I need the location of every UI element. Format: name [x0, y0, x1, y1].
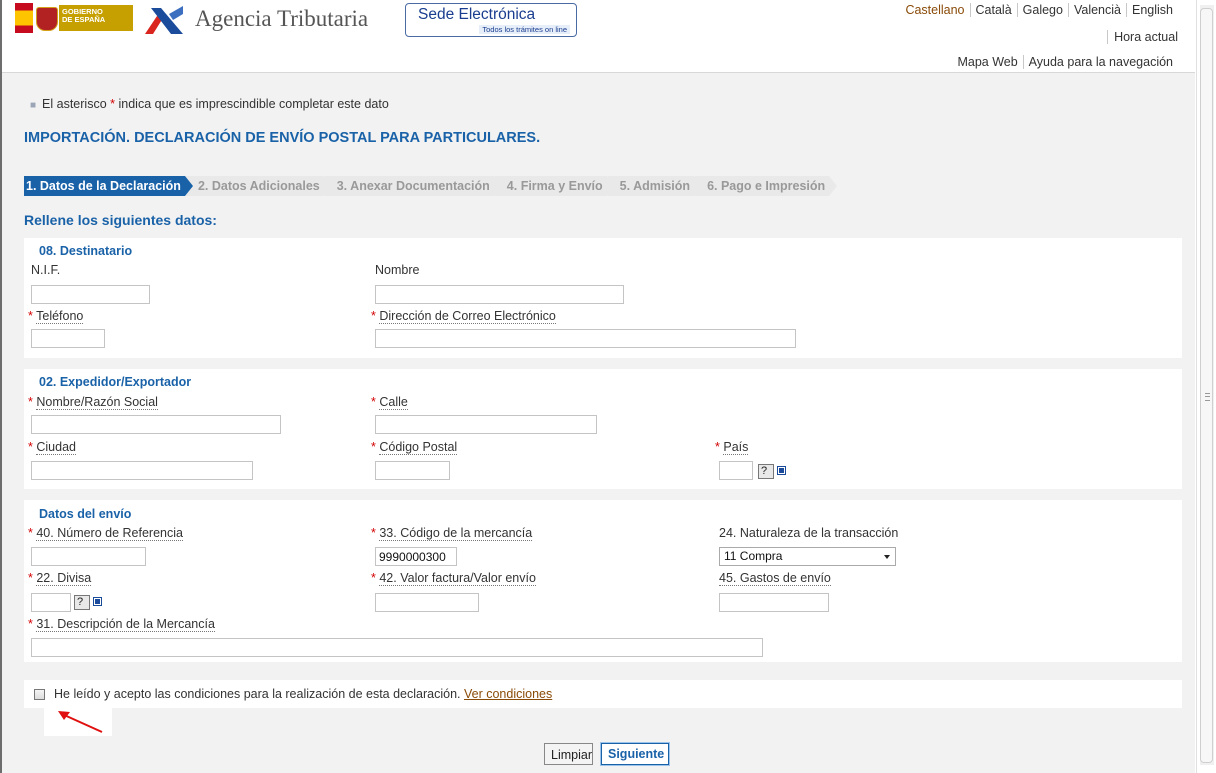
scroll-thumb[interactable] — [1200, 8, 1213, 763]
valor-factura-label: * 42. Valor factura/Valor envío — [371, 571, 536, 586]
gastos-envio-input[interactable] — [719, 593, 829, 612]
bullet-icon: ■ — [30, 100, 37, 111]
step-pago-impresion: 6. Pago e Impresión — [695, 176, 838, 196]
language-menu: Castellano Català Galego Valencià English — [900, 3, 1178, 17]
step-datos-adicionales: 2. Datos Adicionales — [185, 176, 332, 196]
codigo-postal-label: * Código Postal — [371, 440, 458, 455]
nif-label: N.I.F. — [31, 263, 61, 277]
sede-subtitle: Todos los trámites on line — [479, 25, 570, 34]
external-link-icon — [93, 597, 102, 606]
agencia-tributaria-logo-icon[interactable] — [143, 4, 185, 36]
nombre-razon-social-label: * Nombre/Razón Social — [28, 395, 158, 410]
codigo-postal-input[interactable] — [375, 461, 450, 480]
red-arrow-icon — [58, 711, 103, 733]
page-title: IMPORTACIÓN. DECLARACIÓN DE ENVÍO POSTAL… — [24, 130, 541, 146]
vertical-scrollbar[interactable] — [1196, 0, 1216, 773]
nombre-input[interactable] — [375, 285, 624, 304]
external-link-icon — [777, 466, 786, 475]
pais-help-button[interactable]: ? — [758, 464, 786, 479]
numero-referencia-label: * 40. Número de Referencia — [28, 526, 183, 541]
lang-english[interactable]: English — [1126, 3, 1178, 17]
nombre-label: Nombre — [375, 263, 420, 277]
lang-galego[interactable]: Galego — [1016, 3, 1068, 17]
envio-panel: Datos del envío * 40. Número de Referenc… — [24, 500, 1182, 662]
lang-castellano[interactable]: Castellano — [900, 3, 969, 17]
descripcion-mercancia-input[interactable] — [31, 638, 763, 657]
email-input[interactable] — [375, 329, 796, 348]
accept-conditions-checkbox[interactable] — [34, 689, 45, 700]
expedidor-panel: 02. Expedidor/Exportador * Nombre/Razón … — [24, 369, 1182, 489]
divisa-label: * 22. Divisa — [28, 571, 92, 586]
ayuda-navegacion-link[interactable]: Ayuda para la navegación — [1022, 55, 1178, 69]
step-firma-envio: 4. Firma y Envío — [494, 176, 615, 196]
required-note: ■ El asterisco * indica que es imprescind… — [30, 97, 389, 111]
codigo-mercancia-label: * 33. Código de la mercancía — [371, 526, 533, 541]
naturaleza-transaccion-label: 24. Naturaleza de la transacción — [719, 526, 899, 540]
calle-input[interactable] — [375, 415, 597, 434]
accept-conditions-row: He leído y acepto las condiciones para l… — [24, 680, 1182, 708]
gastos-envio-label: 45. Gastos de envío — [719, 571, 831, 586]
wizard-steps: 1. Datos de la Declaración 2. Datos Adic… — [24, 176, 838, 196]
divisa-input[interactable] — [31, 593, 71, 612]
dropdown-arrow-icon — [884, 555, 890, 559]
step-datos-declaracion: 1. Datos de la Declaración — [24, 176, 193, 196]
accept-conditions-text: He leído y acepto las condiciones para l… — [54, 687, 553, 701]
agency-title[interactable]: Agencia Tributaria — [195, 6, 368, 32]
coat-of-arms-icon — [36, 7, 58, 31]
naturaleza-transaccion-select[interactable]: 11 Compra — [719, 547, 896, 566]
siguiente-button[interactable]: Siguiente — [600, 742, 670, 766]
pais-input[interactable] — [719, 461, 753, 480]
sede-title: Sede Electrónica — [418, 6, 536, 23]
valor-factura-input[interactable] — [375, 593, 479, 612]
nif-input[interactable] — [31, 285, 150, 304]
gobierno-de-espana-logo[interactable]: GOBIERNO DE ESPAÑA — [15, 3, 133, 33]
scroll-grip-icon — [1205, 393, 1210, 401]
codigo-mercancia-input[interactable] — [375, 547, 457, 566]
expedidor-title: 02. Expedidor/Exportador — [39, 375, 192, 389]
spain-flag-icon — [15, 3, 33, 33]
limpiar-button[interactable]: Limpiar — [544, 743, 593, 765]
form-subtitle: Rellene los siguientes datos: — [24, 212, 217, 228]
lang-catala[interactable]: Català — [969, 3, 1017, 17]
hora-actual-link[interactable]: Hora actual — [1107, 30, 1178, 44]
ciudad-label: * Ciudad — [28, 440, 76, 455]
telefono-input[interactable] — [31, 329, 105, 348]
numero-referencia-input[interactable] — [31, 547, 146, 566]
gobierno-logo-text: GOBIERNO DE ESPAÑA — [62, 7, 106, 24]
descripcion-mercancia-label: * 31. Descripción de la Mercancía — [28, 617, 215, 632]
naturaleza-selected-value: 11 Compra — [724, 549, 783, 563]
destinatario-panel: 08. Destinatario N.I.F. Nombre * Teléfon… — [24, 238, 1182, 358]
envio-title: Datos del envío — [39, 507, 132, 521]
telefono-label: * Teléfono — [28, 309, 84, 324]
destinatario-title: 08. Destinatario — [39, 244, 133, 258]
step-admision: 5. Admisión — [607, 176, 703, 196]
ver-condiciones-link[interactable]: Ver condiciones — [464, 687, 552, 701]
annotation-area — [44, 708, 112, 736]
lang-valencia[interactable]: Valencià — [1067, 3, 1126, 17]
utility-links: Mapa Web Ayuda para la navegación — [952, 55, 1178, 69]
header-divider — [2, 72, 1195, 73]
sede-electronica-logo[interactable]: Sede Electrónica Todos los trámites on l… — [405, 3, 577, 37]
mapa-web-link[interactable]: Mapa Web — [952, 55, 1022, 69]
calle-label: * Calle — [371, 395, 408, 410]
nombre-razon-social-input[interactable] — [31, 415, 281, 434]
step-anexar-documentacion: 3. Anexar Documentación — [324, 176, 502, 196]
email-label: * Dirección de Correo Electrónico — [371, 309, 556, 324]
divisa-help-button[interactable]: ? — [74, 595, 102, 610]
pais-label: * País — [715, 440, 749, 455]
ciudad-input[interactable] — [31, 461, 253, 480]
